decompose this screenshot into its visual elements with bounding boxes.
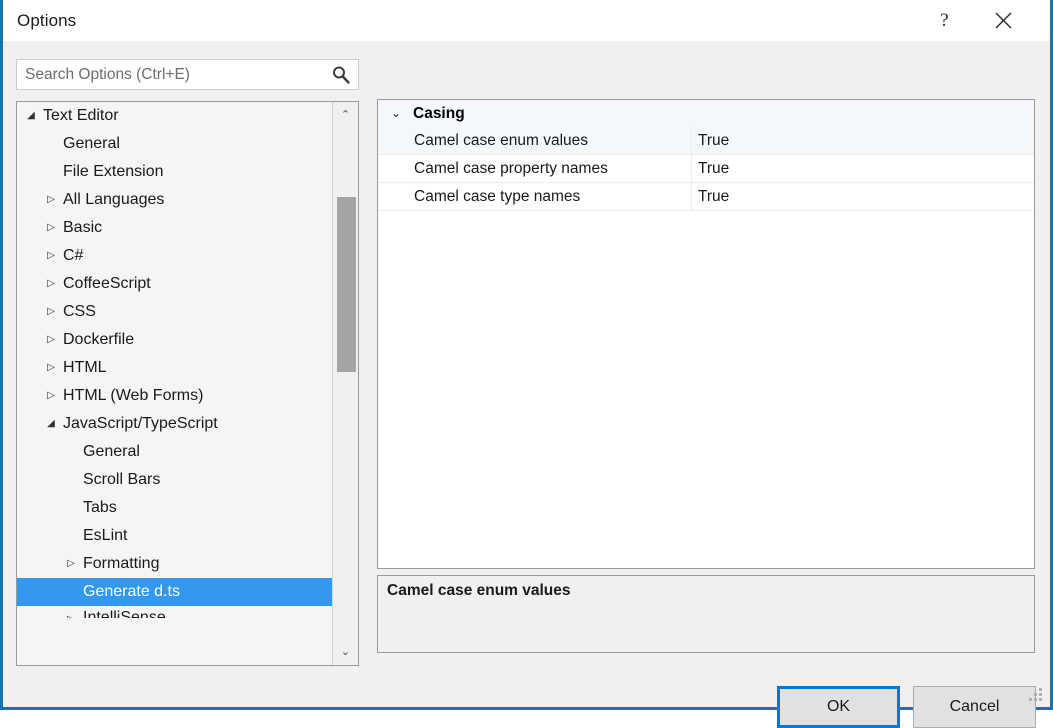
tree-item-label: IntelliSense (83, 609, 166, 618)
tree-item[interactable]: ▷ IntelliSense (17, 606, 332, 618)
dialog-body: ◢Text EditorGeneralFile Extension▷All La… (3, 41, 1050, 728)
tree-item-label: Text Editor (43, 107, 119, 124)
tree-item-label: File Extension (63, 163, 164, 180)
description-panel: Camel case enum values (377, 575, 1035, 653)
resize-grip[interactable] (1029, 688, 1043, 702)
tree-item[interactable]: ▷ CoffeeScript (17, 270, 332, 298)
tree-item[interactable]: Tabs (17, 494, 332, 522)
close-button[interactable] (981, 0, 1026, 41)
options-tree-panel: ◢ Text Editor General File Extension ▷ All La… (16, 101, 359, 666)
tree-item[interactable]: ▷ HTML (Web Forms) (17, 382, 332, 410)
expander-collapsed-icon[interactable]: ▷ (63, 550, 79, 578)
grid-row-value[interactable]: True (698, 155, 729, 182)
ok-button[interactable]: OK (777, 686, 900, 728)
grid-row-value[interactable]: True (698, 183, 729, 210)
tree-item[interactable]: Generate d.ts (17, 578, 332, 606)
expander-collapsed-icon[interactable]: ▷ (43, 186, 59, 214)
options-dialog: Options ? ◢Text EditorGeneralFile Extens… (0, 0, 1053, 728)
tree-item-label: Dockerfile (63, 331, 135, 348)
tree-item-label: CSS (63, 303, 96, 320)
tree-item[interactable]: ◢ Text Editor (17, 102, 332, 130)
tree-item-label: General (63, 135, 120, 152)
grid-category-label: Casing (413, 105, 465, 122)
grid-row[interactable]: Camel case type names True (378, 183, 1034, 211)
grid-column-divider (691, 183, 692, 210)
expander-collapsed-icon[interactable]: ▷ (43, 326, 59, 354)
scroll-up-arrow-icon[interactable]: ⌃ (333, 102, 358, 128)
tree-item[interactable]: ◢ JavaScript/TypeScript (17, 410, 332, 438)
tree-item-label: CoffeeScript (63, 275, 151, 292)
tree-scrollbar[interactable]: ⌃ ⌄ (332, 102, 358, 665)
tree-item-label: HTML (Web Forms) (63, 387, 204, 404)
grid-row-name: Camel case property names (414, 160, 608, 177)
search-icon[interactable] (330, 64, 352, 86)
grid-row[interactable]: Camel case property names True (378, 155, 1034, 183)
grid-column-divider (691, 155, 692, 182)
tree-item[interactable]: General (17, 130, 332, 158)
tree-item-label: JavaScript/TypeScript (63, 415, 218, 432)
tree-item-label: C# (63, 247, 84, 264)
tree-item[interactable]: ▷ Dockerfile (17, 326, 332, 354)
help-button[interactable]: ? (922, 0, 967, 41)
tree-item-label: Generate d.ts (83, 583, 180, 600)
grid-rows: Camel case enum values True Camel case pro… (378, 127, 1034, 211)
tree-item-label: EsLint (83, 527, 128, 544)
tree-item[interactable]: ▷ Basic (17, 214, 332, 242)
scrollbar-thumb[interactable] (337, 197, 356, 372)
tree-item[interactable]: EsLint (17, 522, 332, 550)
expander-collapsed-icon[interactable]: ▷ (43, 242, 59, 270)
expander-collapsed-icon[interactable]: ▷ (43, 382, 59, 410)
grid-category-header[interactable]: ⌄ Casing (378, 100, 1034, 127)
tree-item[interactable]: ▷ HTML (17, 354, 332, 382)
tree-item-label: General (83, 443, 140, 460)
expander-collapsed-icon[interactable]: ▷ (43, 354, 59, 382)
tree-item-label: Tabs (83, 499, 117, 516)
chevron-down-icon[interactable]: ⌄ (388, 100, 404, 127)
grid-row-value[interactable]: True (698, 127, 729, 154)
close-icon (995, 12, 1012, 29)
property-grid: ⌄ Casing Camel case enum values True Camel… (377, 99, 1035, 569)
expander-collapsed-icon[interactable]: ▷ (43, 270, 59, 298)
grid-row-name: Camel case enum values (414, 132, 589, 149)
search-input[interactable] (17, 60, 323, 89)
tree-item[interactable]: File Extension (17, 158, 332, 186)
tree-item[interactable]: ▷ Formatting (17, 550, 332, 578)
cancel-button[interactable]: Cancel (913, 686, 1036, 728)
tree-item-label: Scroll Bars (83, 471, 161, 488)
tree-item[interactable]: Scroll Bars (17, 466, 332, 494)
expander-collapsed-icon[interactable]: ▷ (43, 298, 59, 326)
question-mark-icon: ? (940, 10, 949, 31)
tree-item[interactable]: ▷ All Languages (17, 186, 332, 214)
tree-item-label: Formatting (83, 555, 160, 572)
expander-expanded-icon[interactable]: ◢ (43, 410, 59, 438)
tree-item[interactable]: General (17, 438, 332, 466)
expander-expanded-icon[interactable]: ◢ (23, 102, 39, 130)
tree-item-label: Basic (63, 219, 103, 236)
grid-row[interactable]: Camel case enum values True (378, 127, 1034, 155)
grid-column-divider (691, 127, 692, 154)
scroll-down-arrow-icon[interactable]: ⌄ (333, 639, 358, 665)
search-box[interactable] (16, 59, 359, 90)
description-title: Camel case enum values (387, 582, 571, 599)
tree-item[interactable]: ▷ CSS (17, 298, 332, 326)
tree-item-label: All Languages (63, 191, 165, 208)
tree-item-label: HTML (63, 359, 107, 376)
expander-collapsed-icon[interactable]: ▷ (63, 606, 79, 618)
options-tree[interactable]: ◢ Text Editor General File Extension ▷ All La… (17, 102, 332, 665)
expander-collapsed-icon[interactable]: ▷ (43, 214, 59, 242)
grid-row-name: Camel case type names (414, 188, 581, 205)
tree-item[interactable]: ▷ C# (17, 242, 332, 270)
window-title: Options (17, 11, 77, 30)
title-bar: Options ? (3, 0, 1050, 41)
